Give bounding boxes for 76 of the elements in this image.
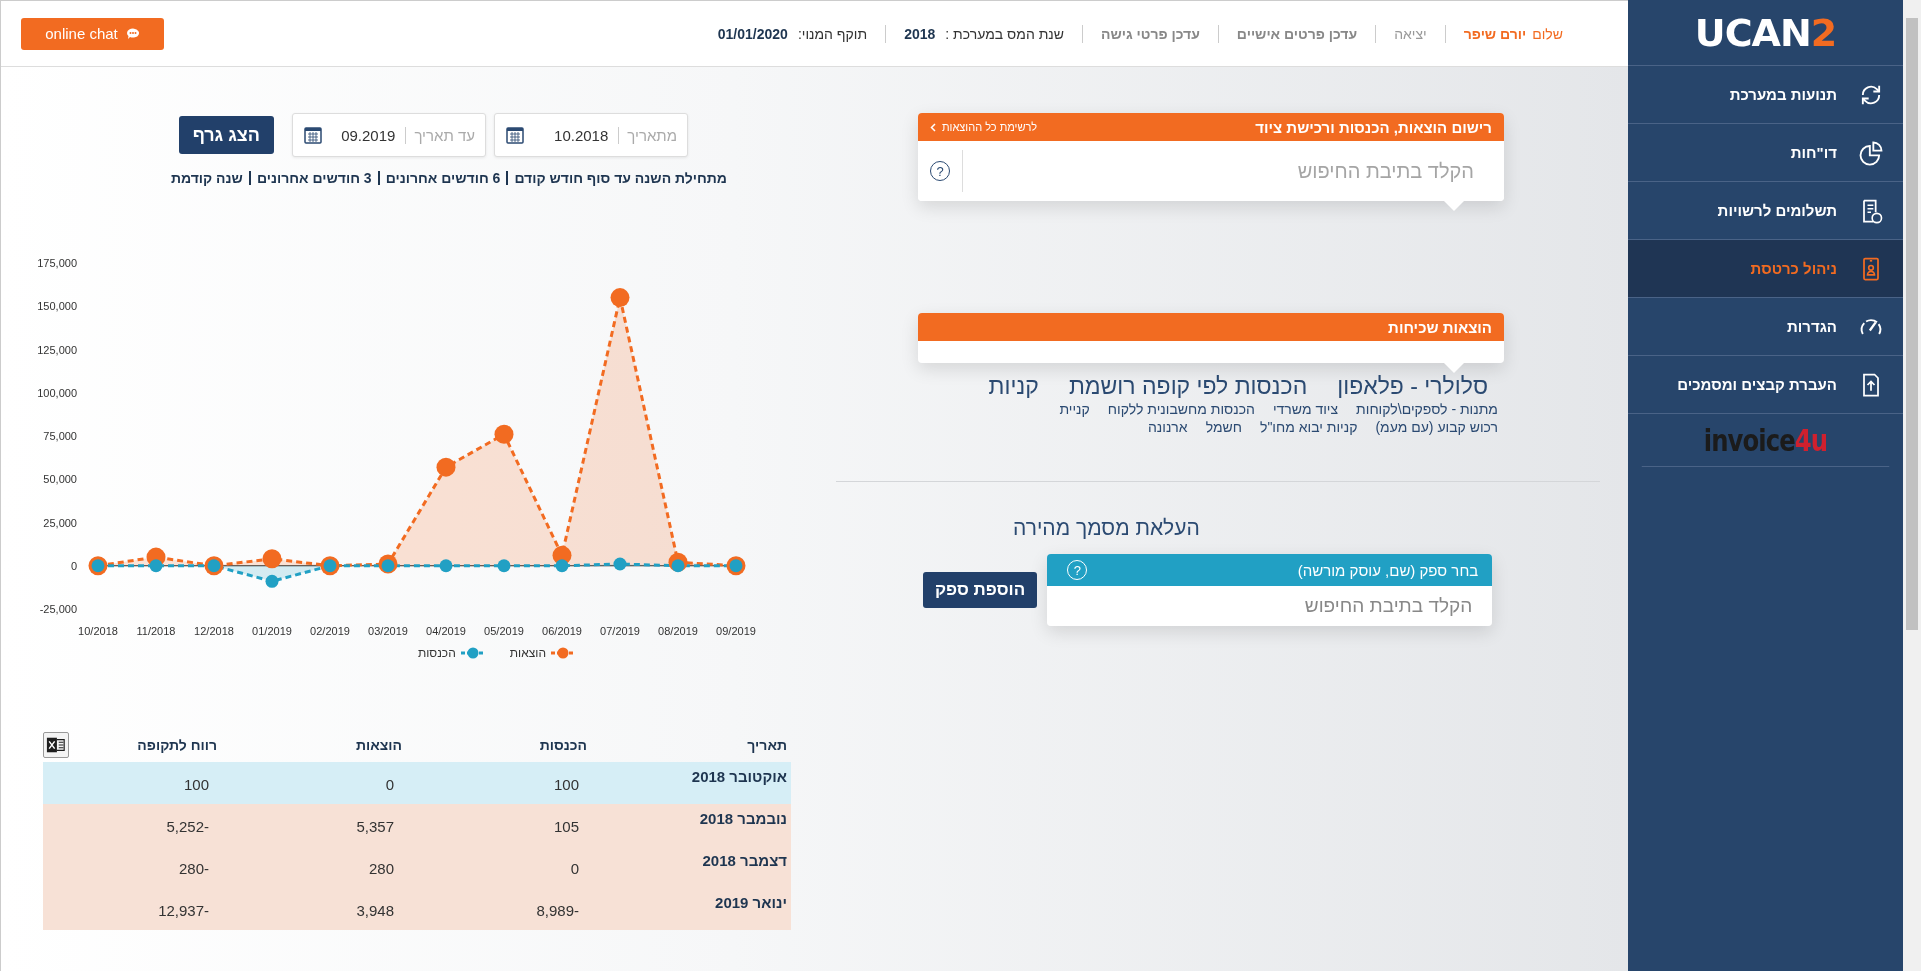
axis-label: 12/2018 [194,625,234,637]
axis-label: 02/2019 [310,625,350,637]
axis-label: 25,000 [43,516,77,529]
axis-label: 150,000 [37,300,77,313]
category-link[interactable]: קניות [988,373,1039,400]
axis-label: -25,000 [39,603,77,615]
axis-label: 09/2019 [716,625,756,637]
expense-link[interactable]: חשמל [1205,418,1242,436]
table-cell-text: אוקטובר 2018 [690,767,788,787]
expense-link[interactable]: קניית [1059,400,1090,418]
table-cell-text: נובמבר 2018 [698,809,788,829]
category-link[interactable]: סלולרי - פלאפון [1337,373,1488,400]
table-cell-text: 280- [177,859,210,879]
axis-label: 75,000 [43,430,77,442]
legend-label[interactable]: הוצאות [509,646,546,660]
table-cell-text: 8,989- [535,901,580,921]
search-field[interactable]: הקלד בתיבת החיפוש [1047,586,1493,626]
table-cell-text: 0 [384,775,395,795]
card-title: רישום הוצאות, הכנסות ורכישת ציוד [1255,118,1492,136]
axis-label: 03/2019 [368,625,408,637]
axis-label: 08/2019 [658,625,698,637]
expense-link[interactable]: קניות יבוא מחו"ל [1259,418,1358,436]
expense-link[interactable]: ארנונה [1147,418,1188,436]
range-link[interactable]: שנה קודמת [164,171,249,185]
table-cell-text: 12,937- [157,901,210,921]
axis-label: 06/2019 [542,625,582,637]
table-cell-text: 105 [552,817,580,837]
table-cell-text: 3,948 [355,901,395,921]
expense-link[interactable]: ציוד משרדי [1272,400,1339,418]
category-link[interactable]: הכנסות לפי קופה רושמת [1068,373,1308,400]
table-cell-text: 100 [182,775,210,795]
table-cell-text: 5,357 [355,817,395,837]
tax-year-label: שנת המס במערכת : [945,25,1064,42]
expense-link[interactable]: מתנות - לספקים\לקוחות [1356,400,1498,418]
show-graph-button[interactable]: הצג גרף [178,116,274,154]
sidebar-item[interactable]: ניהול כרטסת [1628,240,1903,298]
axis-label: 50,000 [43,473,77,486]
column-header: תאריך [746,737,788,753]
axis-label: 175,000 [37,257,77,269]
column-header: רווח לתקופה [137,737,218,753]
table-cell-text: ינואר 2019 [714,893,788,913]
card-title: הוצאות שכיחות [1388,318,1492,336]
legend-label[interactable]: הכנסות [417,646,456,660]
expense-link[interactable]: רכוש קבוע (עם מעמ) [1375,418,1498,436]
top-link[interactable]: עדכן פרטים אישיים [1236,25,1358,42]
greeting: שלום [1532,25,1563,42]
subscription-value: 01/01/2020 [717,25,788,42]
range-link[interactable]: מתחילת השנה עד סוף חודש קודם [506,171,727,185]
range-link[interactable]: 6 חודשים אחרונים [377,171,507,185]
expense-link[interactable]: הכנסות מחשבונית ללקוח [1107,400,1255,418]
tax-year-value: 2018 [904,25,936,42]
top-link[interactable]: עדכן פרטי גישה [1101,25,1200,42]
subscription-label: תוקף המנוי: [797,25,868,42]
table-cell-text: 280 [367,859,395,879]
search-field[interactable]: הקלד בתיבת החיפוש [962,150,1476,192]
column-header: הכנסות [538,737,588,753]
table-cell-text: 5,252- [165,817,210,837]
table-cell-text: 0 [569,859,580,879]
axis-label: 125,000 [37,343,77,356]
card-title: בחר ספק (שם, עוסק מורשה) [1297,561,1479,579]
table-cell-text: 100 [552,775,580,795]
axis-label: 100,000 [37,386,77,399]
axis-label: 10/2018 [78,625,118,637]
axis-label: 04/2019 [426,625,466,637]
user-name: יורם שיפר [1463,25,1527,42]
axis-label: 11/2018 [136,625,176,637]
range-link[interactable]: 3 חודשים אחרונים [248,171,378,185]
axis-label: 05/2019 [484,625,524,637]
axis-label: 0 [70,559,77,572]
column-header: הוצאות [354,737,403,753]
axis-label: 07/2019 [600,625,640,637]
search-bar[interactable]: הקלד בתיבת החיפוש ? [918,141,1504,201]
add-supplier-button[interactable]: הוספת ספק [923,572,1038,608]
section-title: העלאת מסמך מהירה [1013,516,1201,540]
table-cell-text: דצמבר 2018 [701,851,788,871]
axis-label: 01/2019 [252,625,292,637]
